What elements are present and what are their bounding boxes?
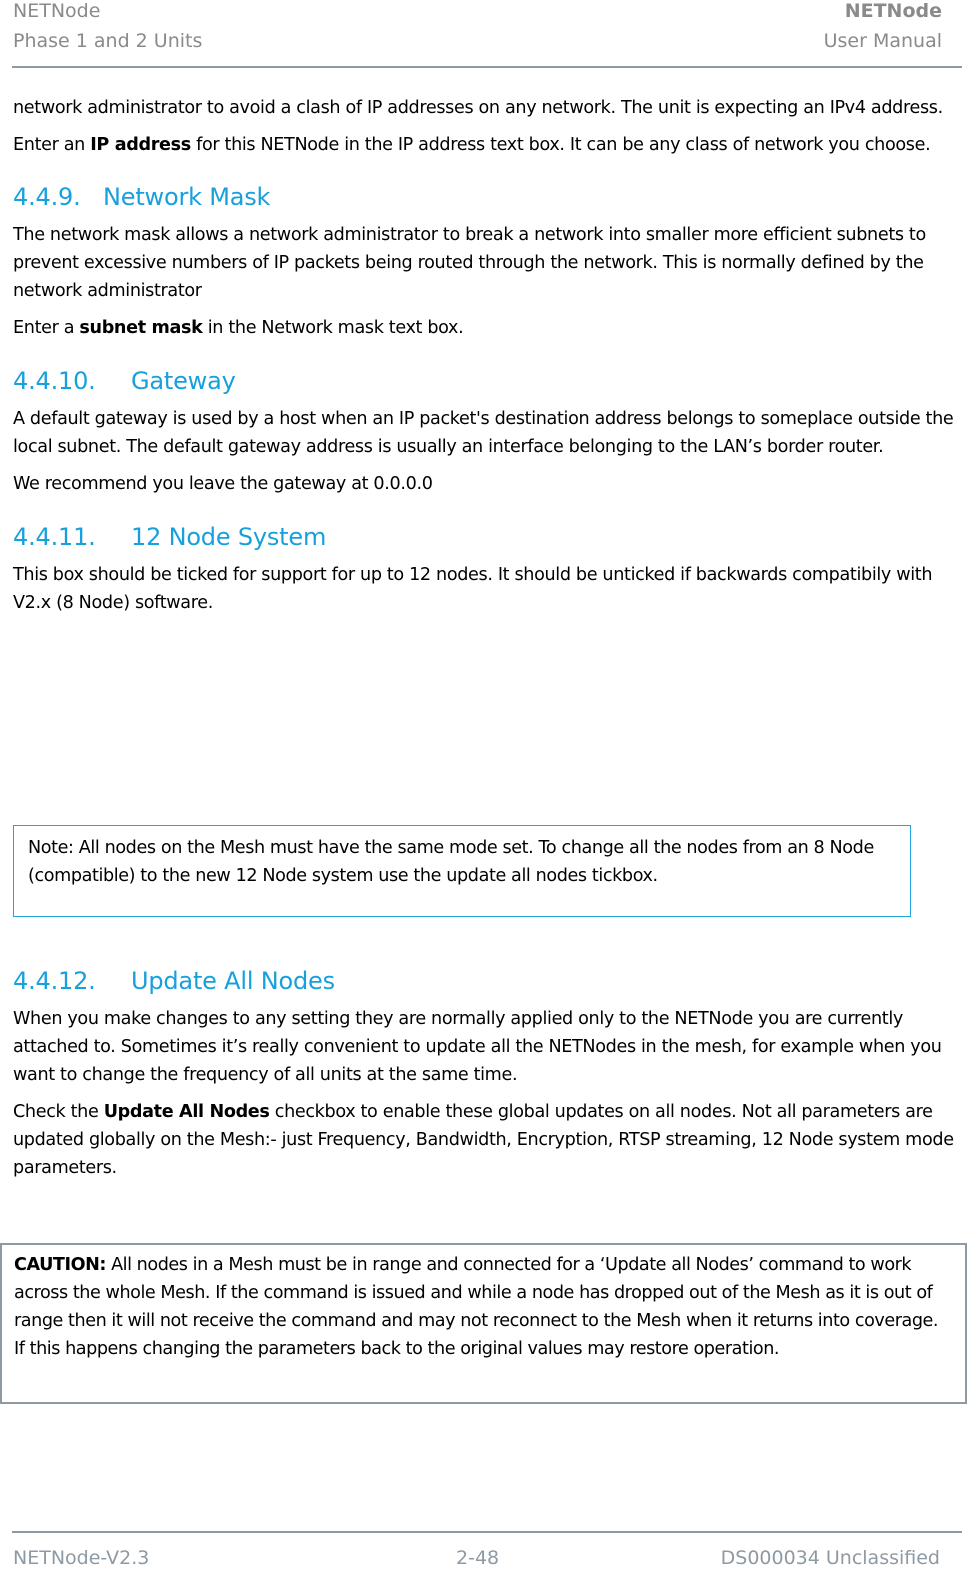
section-heading-update-all-nodes: 4.4.12. Update All Nodes (13, 965, 963, 997)
text-run: Check the (13, 1102, 104, 1122)
text-run: Enter an (13, 135, 91, 155)
bold-term: Update All Nodes (103, 1102, 270, 1122)
section-title: Gateway (131, 367, 236, 395)
footer-doc-version: NETNode-V2.3 (13, 1547, 150, 1569)
caution-box: CAUTION: All nodes in a Mesh must be in … (0, 1243, 967, 1404)
caution-body: All nodes in a Mesh must be in range and… (14, 1255, 939, 1359)
section-number: 4.4.10. (13, 367, 96, 395)
section-title: 12 Node System (131, 523, 327, 551)
header-product: NETNode (13, 0, 101, 22)
text-run: in the Network mask text box. (202, 318, 464, 338)
bold-term: subnet mask (79, 318, 203, 338)
header-subtitle: Phase 1 and 2 Units (13, 30, 203, 52)
caution-text: CAUTION: All nodes in a Mesh must be in … (14, 1251, 953, 1363)
document-body: network administrator to avoid a clash o… (13, 94, 963, 617)
caution-label: CAUTION: (14, 1255, 106, 1275)
intro-paragraph-2: Enter an IP address for this NETNode in … (13, 131, 963, 159)
footer-doc-id: DS000034 Unclassified (720, 1547, 940, 1569)
page-header-right: NETNode User Manual (824, 0, 942, 56)
section-heading-gateway: 4.4.10. Gateway (13, 365, 963, 397)
12-node-paragraph-1: This box should be ticked for support fo… (13, 565, 933, 613)
section-title: Update All Nodes (131, 967, 335, 995)
bold-term: IP address (90, 135, 191, 155)
section-heading-network-mask: 4.4.9. Network Mask (13, 181, 963, 213)
document-body-continued: 4.4.12. Update All Nodes When you make ch… (13, 965, 963, 1182)
update-all-paragraph-1: When you make changes to any setting the… (13, 1009, 942, 1085)
section-heading-12-node-system: 4.4.11. 12 Node System (13, 521, 963, 553)
section-number: 4.4.12. (13, 967, 96, 995)
text-run: for this NETNode in the IP address text … (190, 135, 931, 155)
page-header-left: NETNode Phase 1 and 2 Units (13, 0, 202, 56)
section-title: Network Mask (103, 183, 271, 211)
network-mask-paragraph-2: Enter a subnet mask in the Network mask … (13, 314, 963, 342)
footer-page-number: 2-48 (456, 1547, 500, 1569)
header-doc-type: User Manual (823, 30, 942, 52)
note-box: Note: All nodes on the Mesh must have th… (13, 825, 911, 917)
intro-paragraph-1: network administrator to avoid a clash o… (13, 98, 943, 118)
network-mask-paragraph-1: The network mask allows a network admini… (13, 225, 926, 301)
section-number: 4.4.9. (13, 183, 81, 211)
gateway-paragraph-2: We recommend you leave the gateway at 0.… (13, 474, 433, 494)
header-product-bold: NETNode (844, 0, 942, 22)
gateway-paragraph-1: A default gateway is used by a host when… (13, 409, 954, 457)
note-text: Note: All nodes on the Mesh must have th… (28, 838, 874, 886)
text-run: Enter a (13, 318, 80, 338)
footer-divider (12, 1531, 962, 1533)
section-number: 4.4.11. (13, 523, 96, 551)
header-divider (12, 66, 962, 68)
update-all-paragraph-2: Check the Update All Nodes checkbox to e… (13, 1098, 963, 1182)
